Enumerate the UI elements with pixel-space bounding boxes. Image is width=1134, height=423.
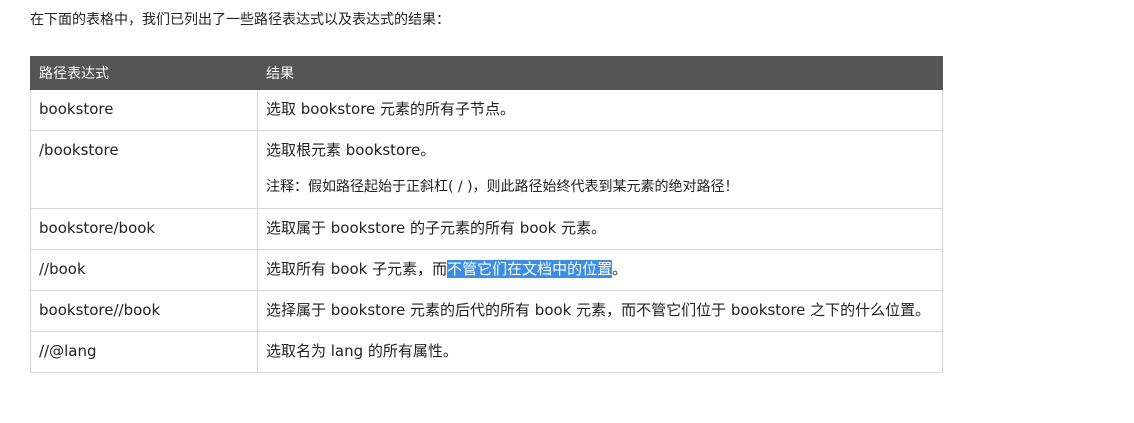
expression-cell: /bookstore — [30, 130, 258, 209]
header-expression: 路径表达式 — [30, 56, 258, 90]
header-result: 结果 — [257, 56, 943, 90]
result-cell: 选取名为 lang 的所有属性。 — [257, 331, 943, 373]
result-cell[interactable]: 选取所有 book 子元素，而不管它们在文档中的位置。 — [257, 249, 943, 291]
result-text: 选取根元素 bookstore。 — [266, 141, 436, 159]
expression-cell: bookstore/book — [30, 208, 258, 250]
note-text: 注释：假如路径起始于正斜杠( / )，则此路径始终代表到某元素的绝对路径！ — [266, 179, 739, 195]
result-text-end: 。 — [612, 260, 628, 278]
expression-cell: //book — [30, 249, 258, 291]
expression-cell: //@lang — [30, 331, 258, 373]
expression-cell: bookstore//book — [30, 290, 258, 332]
expression-cell: bookstore — [30, 89, 258, 131]
result-cell: 选取 bookstore 元素的所有子节点。 — [257, 89, 943, 131]
table-row: bookstore//book 选择属于 bookstore 元素的后代的所有 … — [30, 290, 943, 332]
table-row: //book 选取所有 book 子元素，而不管它们在文档中的位置。 — [30, 249, 943, 291]
result-cell: 选择属于 bookstore 元素的后代的所有 book 元素，而不管它们位于 … — [257, 290, 943, 332]
intro-text: 在下面的表格中，我们已列出了一些路径表达式以及表达式的结果： — [30, 12, 450, 28]
result-text: 选取所有 book 子元素，而 — [266, 260, 448, 278]
xpath-table: 路径表达式 结果 bookstore 选取 bookstore 元素的所有子节点… — [30, 56, 943, 373]
table-row: //@lang 选取名为 lang 的所有属性。 — [30, 331, 943, 373]
table-row: /bookstore 选取根元素 bookstore。 注释：假如路径起始于正斜… — [30, 130, 943, 209]
result-cell: 选取属于 bookstore 的子元素的所有 book 元素。 — [257, 208, 943, 250]
selected-text-highlight[interactable]: 不管它们在文档中的位置 — [447, 260, 613, 278]
table-row: bookstore 选取 bookstore 元素的所有子节点。 — [30, 89, 943, 131]
result-cell: 选取根元素 bookstore。 注释：假如路径起始于正斜杠( / )，则此路径… — [257, 130, 943, 209]
table-header-row: 路径表达式 结果 — [30, 56, 943, 90]
table-row: bookstore/book 选取属于 bookstore 的子元素的所有 bo… — [30, 208, 943, 250]
